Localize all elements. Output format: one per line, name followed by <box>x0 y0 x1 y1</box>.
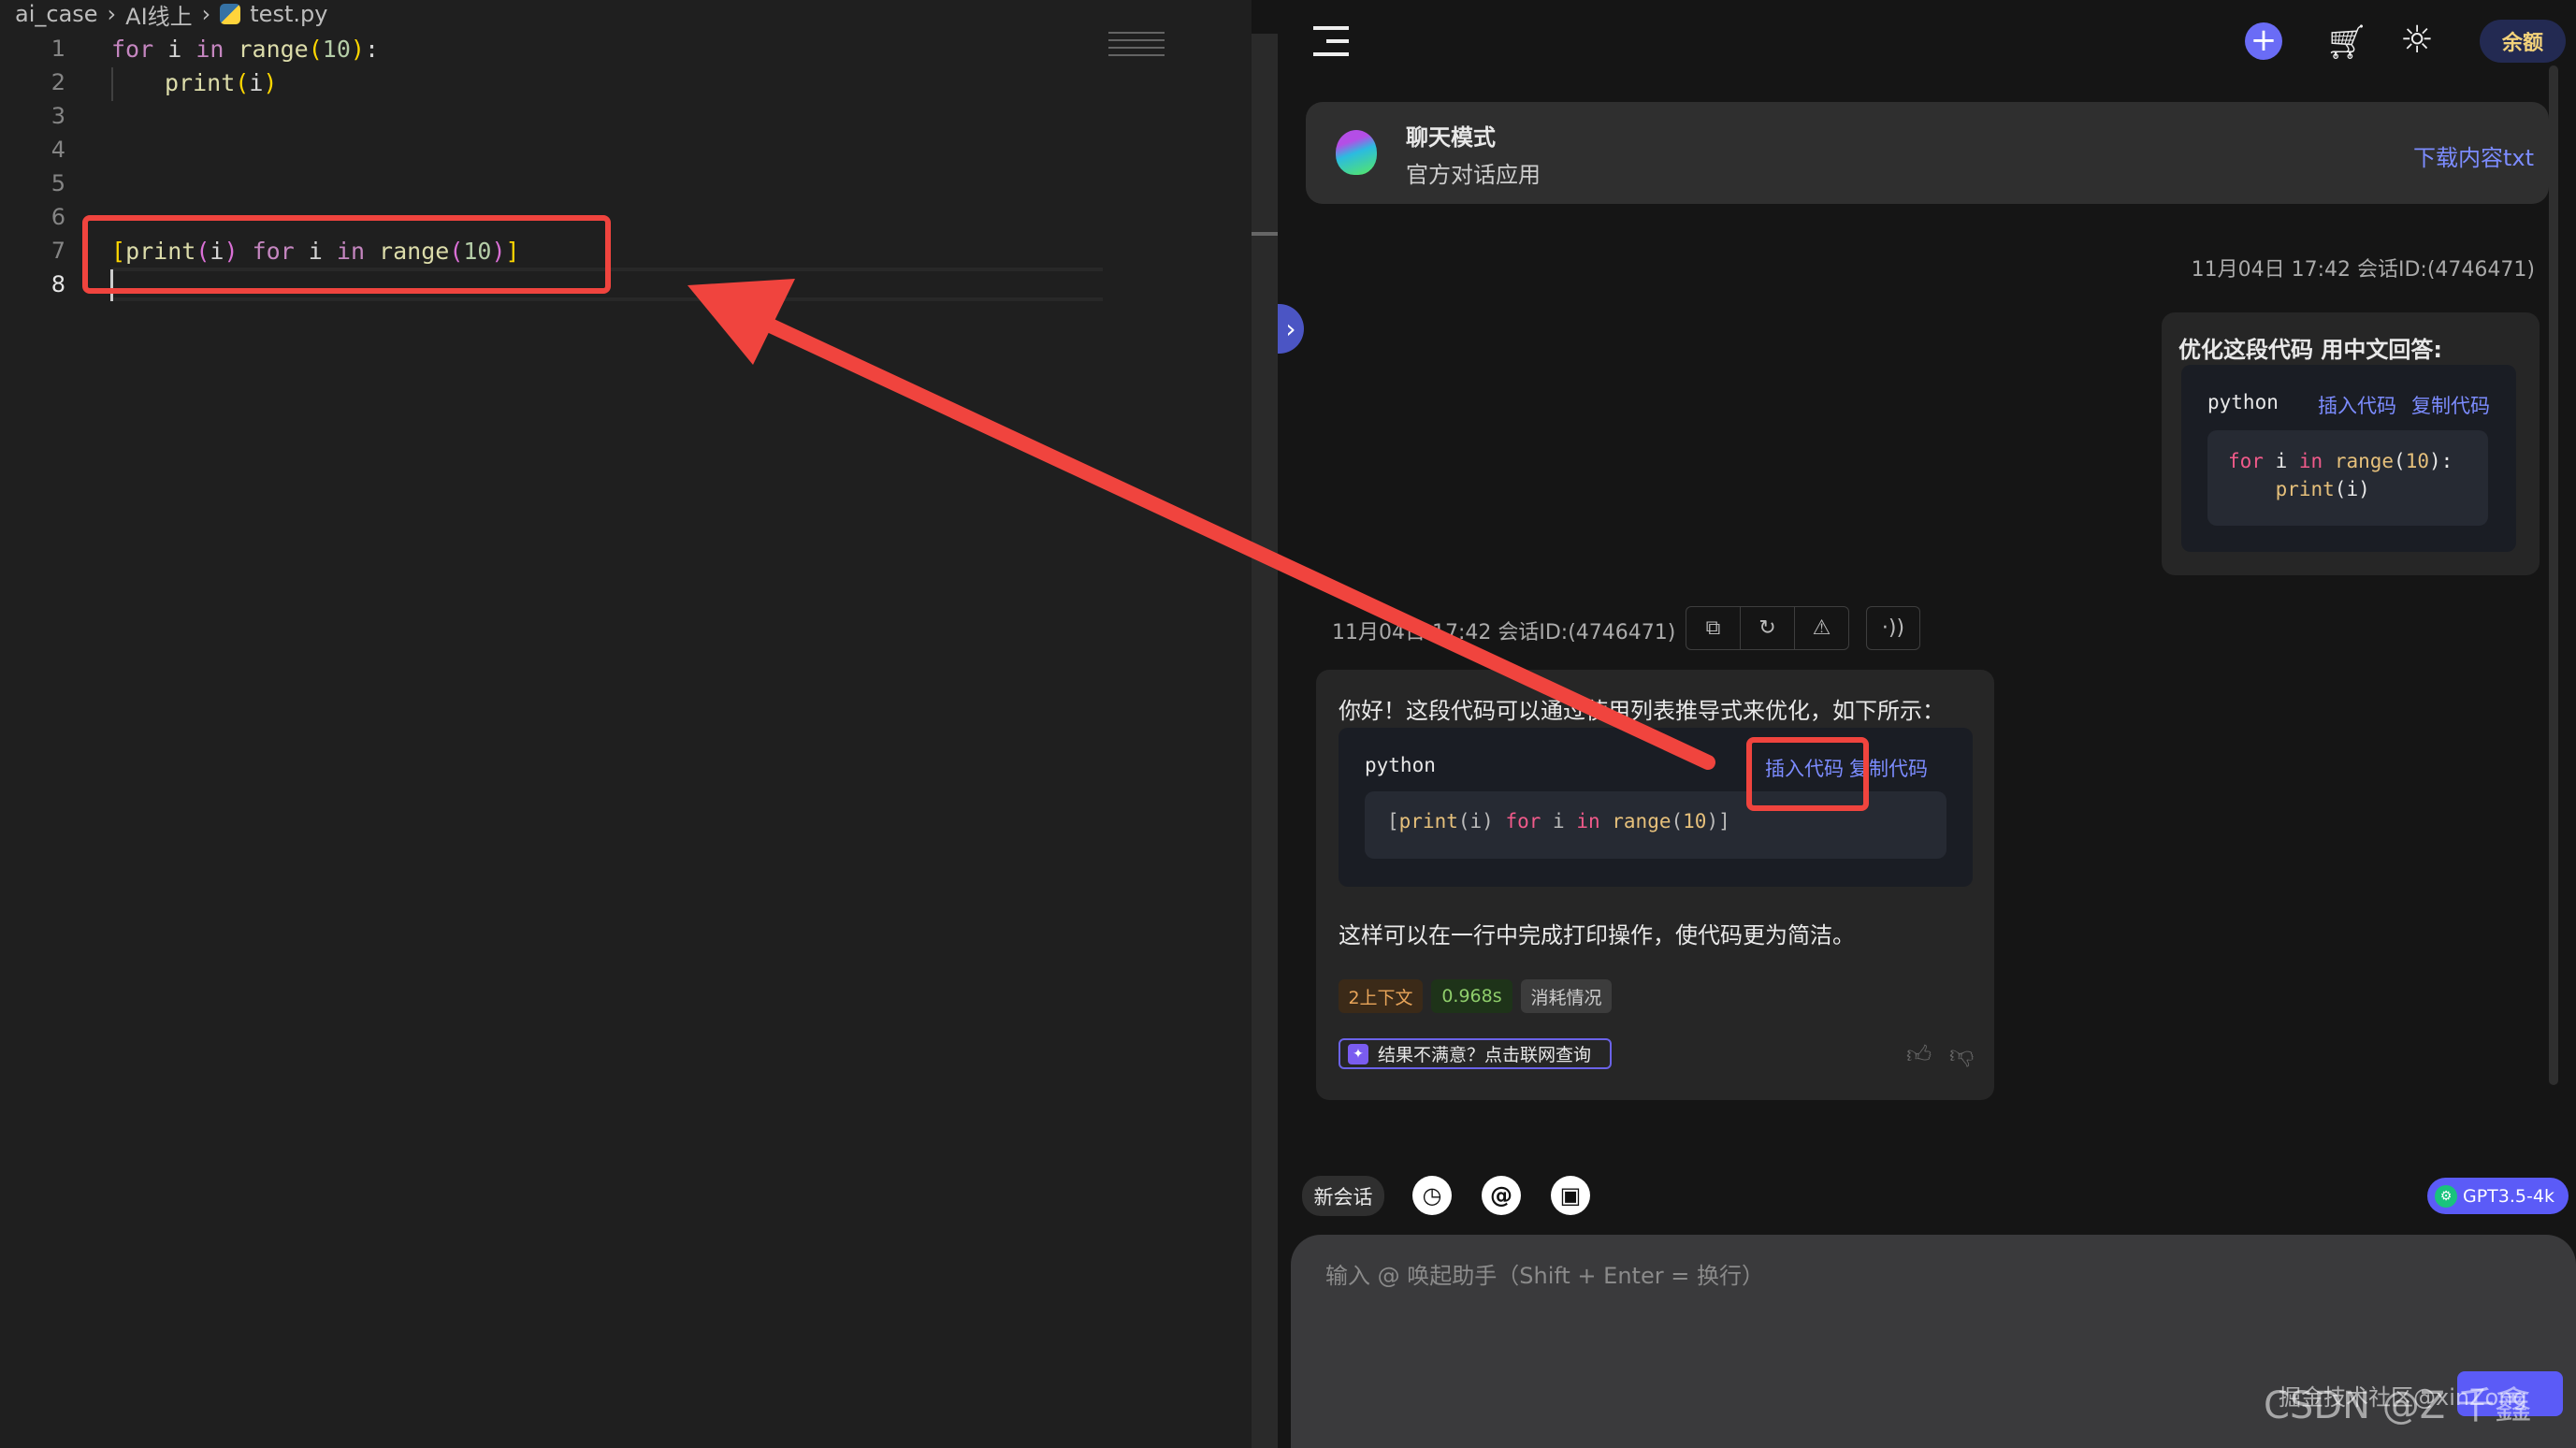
arrow-shaft <box>748 315 1708 762</box>
annotation-arrow <box>0 0 2576 1448</box>
